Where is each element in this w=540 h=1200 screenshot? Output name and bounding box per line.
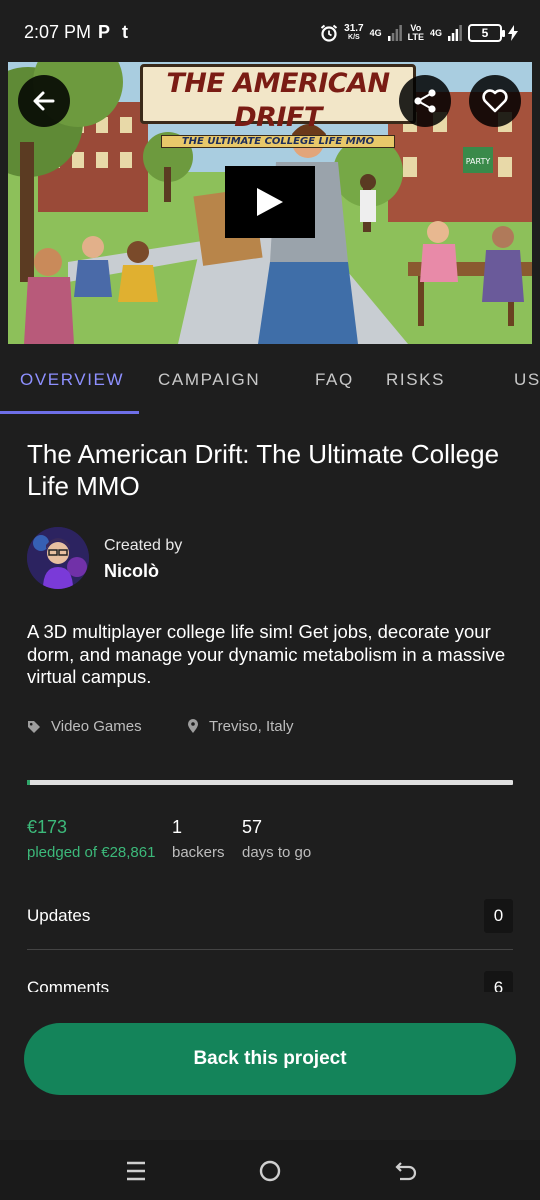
avatar-image <box>27 527 89 589</box>
days-to-go-count: 57 <box>242 817 263 837</box>
back-this-project-button[interactable]: Back this project <box>24 1023 516 1095</box>
heart-icon <box>482 89 508 113</box>
app-notification-icon: P <box>98 22 111 42</box>
backers-label: backers <box>172 844 225 861</box>
project-blurb: A 3D multiplayer college life sim! Get j… <box>27 621 506 687</box>
location-label: Treviso, Italy <box>209 718 294 735</box>
back-arrow-icon <box>33 91 55 111</box>
category-label: Video Games <box>51 718 142 735</box>
project-hero-image[interactable]: PARTY THE AMERICAN DRIFT THE ULTIMATE CO… <box>8 62 532 344</box>
play-icon <box>257 188 283 216</box>
favorite-button[interactable] <box>469 75 521 127</box>
alarm-icon <box>321 24 338 42</box>
network-speed: 31.7 K/S <box>344 23 364 42</box>
status-indicators: 31.7 K/S 4G Vo LTE 4G 5 <box>320 20 518 46</box>
share-icon <box>414 89 436 113</box>
pledged-goal-label: pledged of €28,861 <box>27 844 156 861</box>
hero-logo-subtitle: THE ULTIMATE COLLEGE LIFE MMO <box>161 135 395 148</box>
volte-indicator: Vo LTE <box>407 23 424 42</box>
status-bar: 2:07 PM P t 31.7 K/S 4G Vo LTE 4G 5 <box>0 0 540 62</box>
share-button[interactable] <box>399 75 451 127</box>
tab-us[interactable]: US <box>514 370 540 390</box>
network-type: 4G <box>429 27 442 38</box>
status-time: 2:07 PM <box>24 22 92 42</box>
charging-icon <box>508 25 518 41</box>
tab-overview[interactable]: OVERVIEW <box>20 370 124 390</box>
funding-progress-fill <box>27 780 30 785</box>
project-title: The American Drift: The Ultimate College… <box>27 439 500 501</box>
funding-progress-bar <box>27 780 513 785</box>
signal-icon <box>387 25 402 41</box>
play-video-button[interactable] <box>225 166 315 238</box>
menu-icon[interactable] <box>125 1160 147 1182</box>
row-divider <box>27 949 513 950</box>
updates-label: Updates <box>27 906 91 925</box>
hero-party-sign: PARTY <box>466 157 491 166</box>
tab-faq[interactable]: FAQ <box>315 370 354 390</box>
network-type: 4G <box>369 27 382 38</box>
pledged-amount: €173 <box>27 817 68 837</box>
app-notification-icon: t <box>122 22 128 42</box>
updates-row[interactable]: Updates 0 <box>27 888 513 948</box>
project-tabs: OVERVIEW CAMPAIGN FAQ RISKS US <box>0 344 540 416</box>
backers-count: 1 <box>172 817 183 837</box>
hero-logo-title: THE AMERICAN DRIFT <box>166 68 390 133</box>
tab-risks[interactable]: RISKS <box>386 370 445 390</box>
back-nav-icon[interactable] <box>394 1159 418 1183</box>
signal-icon <box>448 25 462 41</box>
category-tag[interactable]: Video Games <box>27 718 142 735</box>
back-button[interactable] <box>18 75 70 127</box>
location-pin-icon <box>188 719 198 733</box>
system-navigation-bar <box>0 1140 540 1200</box>
created-by-label: Created by <box>104 537 183 554</box>
location-tag[interactable]: Treviso, Italy <box>187 718 293 735</box>
hero-logo: THE AMERICAN DRIFT THE ULTIMATE COLLEGE … <box>140 64 416 148</box>
creator-avatar[interactable] <box>27 527 89 589</box>
updates-count-badge: 0 <box>484 899 513 933</box>
home-icon[interactable] <box>258 1159 282 1183</box>
tag-icon <box>28 720 40 733</box>
creator-name[interactable]: Nicolò <box>104 561 159 582</box>
active-tab-indicator <box>0 411 139 414</box>
days-to-go-label: days to go <box>242 844 312 861</box>
battery-icon: 5 <box>468 24 505 42</box>
tab-campaign[interactable]: CAMPAIGN <box>158 370 260 390</box>
